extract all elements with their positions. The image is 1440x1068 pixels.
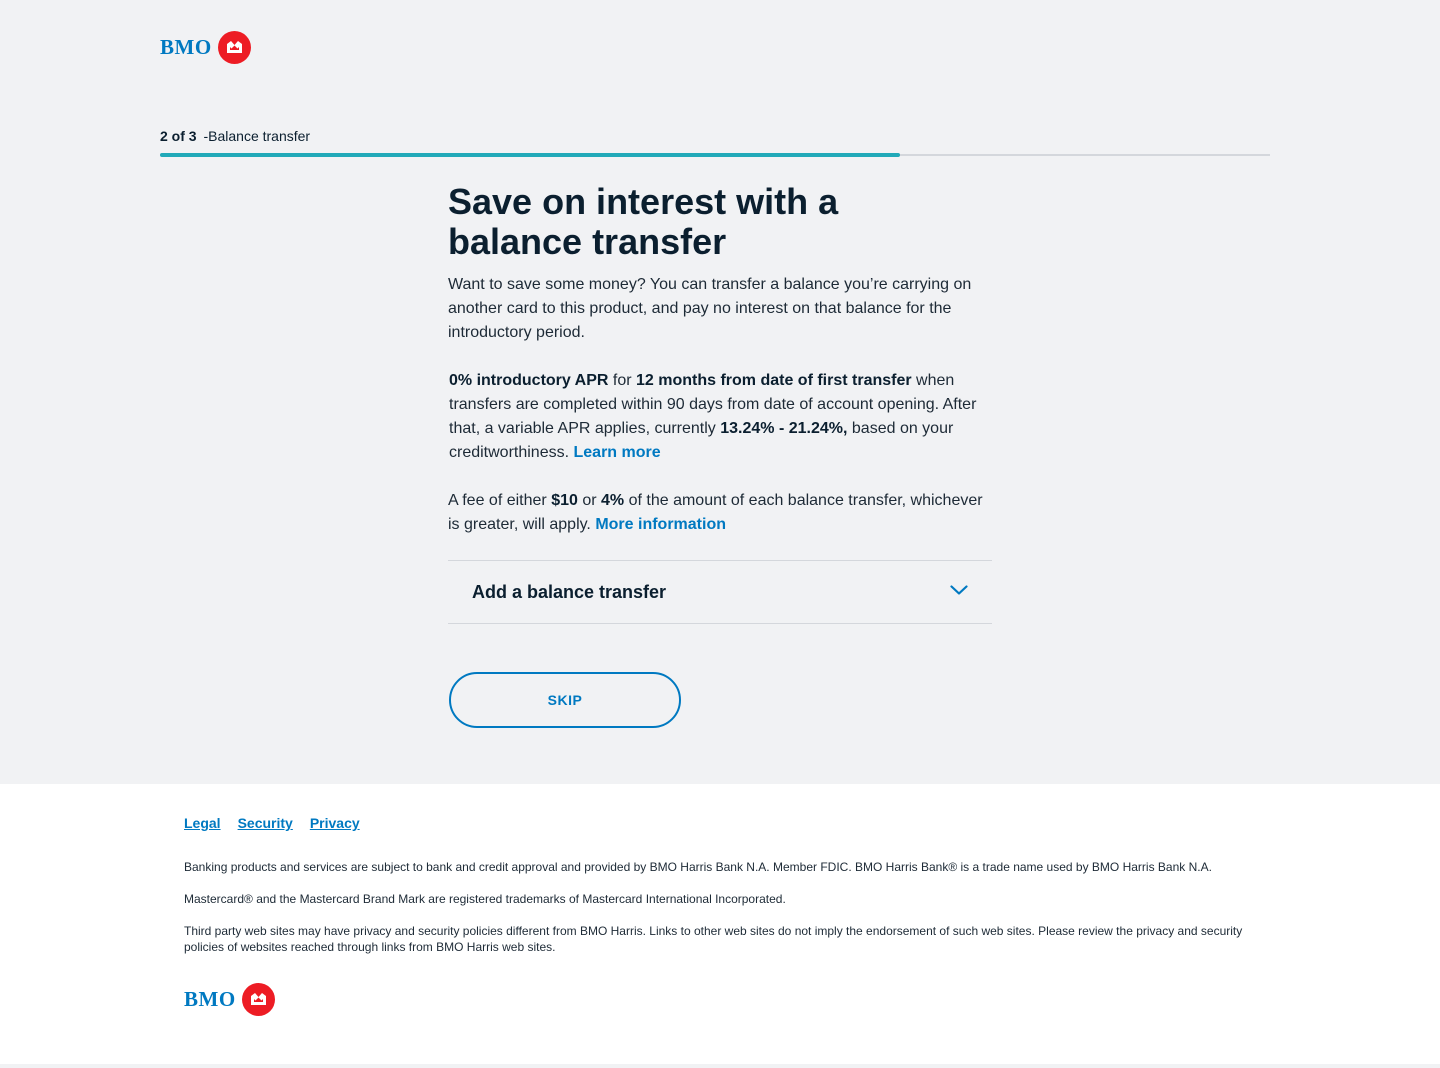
footer-link-privacy[interactable]: Privacy <box>310 815 360 831</box>
progress-bar <box>160 153 1270 157</box>
main-content: Save on interest with a balance transfer… <box>448 181 992 728</box>
learn-more-link[interactable]: Learn more <box>574 444 661 461</box>
footer-links: Legal Security Privacy <box>184 815 360 831</box>
step-count: 2 of 3 <box>160 128 197 144</box>
add-balance-transfer-accordion[interactable]: Add a balance transfer <box>448 560 992 624</box>
chevron-down-icon <box>950 583 968 601</box>
apr-text: 0% introductory APR for 12 months from d… <box>449 369 989 465</box>
legal-text-banking: Banking products and services are subjec… <box>184 860 1212 874</box>
fee-flat: $10 <box>551 492 578 509</box>
brand-name: BMO <box>160 35 212 59</box>
fee-text-part: or <box>577 492 602 509</box>
skip-button[interactable]: SKIP <box>449 672 681 728</box>
progress-step: 2 of 3 -Balance transfer <box>160 128 310 144</box>
page-body: BMO 2 of 3 -Balance transfer Save on int… <box>0 0 1440 784</box>
apr-period: 12 months from date of first transfer <box>635 372 912 389</box>
legal-text-mastercard: Mastercard® and the Mastercard Brand Mar… <box>184 892 786 906</box>
intro-text: Want to save some money? You can transfe… <box>448 276 972 341</box>
step-label: Balance transfer <box>208 128 311 144</box>
footer: Legal Security Privacy Banking products … <box>0 784 1440 1064</box>
footer-link-security[interactable]: Security <box>238 815 293 831</box>
footer-link-legal[interactable]: Legal <box>184 815 221 831</box>
footer-bmo-logo[interactable]: BMO <box>184 983 275 1016</box>
progress-bar-fill <box>160 153 901 157</box>
apr-text-part: for <box>608 372 636 389</box>
fee-text: A fee of either $10 or 4% of the amount … <box>448 489 988 537</box>
bmo-roundel-icon <box>241 983 275 1016</box>
fee-percent: 4% <box>601 492 625 509</box>
more-information-link[interactable]: More information <box>595 516 726 533</box>
page-title: Save on interest with a balance transfer <box>448 181 839 262</box>
bottom-divider <box>0 1064 1440 1068</box>
bmo-roundel-icon <box>217 31 251 64</box>
fee-text-part: A fee of either <box>448 492 552 509</box>
apr-intro-rate: 0% introductory APR <box>449 372 609 389</box>
brand-name: BMO <box>184 987 236 1011</box>
accordion-title: Add a balance transfer <box>472 581 667 602</box>
bmo-logo[interactable]: BMO <box>160 31 251 64</box>
legal-text-third-party: Third party web sites may have privacy a… <box>184 924 1243 954</box>
apr-variable-range: 13.24% - 21.24%, <box>720 420 848 437</box>
